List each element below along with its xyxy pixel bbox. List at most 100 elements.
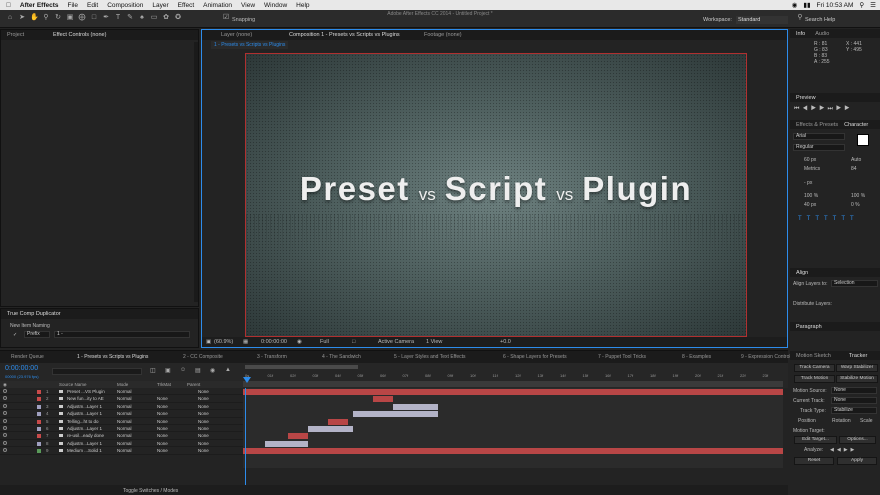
label-color-swatch[interactable] bbox=[37, 390, 41, 394]
menu-app[interactable]: After Effects bbox=[20, 2, 59, 9]
tab-comp-4[interactable]: 4 - The Sandwich bbox=[322, 354, 361, 360]
blend-mode-select[interactable]: Normal bbox=[117, 389, 132, 394]
menu-help[interactable]: Help bbox=[296, 2, 309, 9]
visibility-icon[interactable] bbox=[3, 403, 7, 408]
motion-source-select[interactable]: None bbox=[831, 387, 877, 394]
menu-layer[interactable]: Layer bbox=[152, 2, 168, 9]
visibility-icon[interactable] bbox=[3, 440, 7, 445]
menu-effect[interactable]: Effect bbox=[178, 2, 195, 9]
table-row[interactable]: 7 re-usil...eady done Normal None None bbox=[0, 432, 243, 440]
label-color-swatch[interactable] bbox=[37, 412, 41, 417]
wifi-icon[interactable]: ◉ bbox=[792, 1, 798, 9]
parent-select[interactable]: None bbox=[198, 433, 209, 438]
magnification-dropdown[interactable]: (60.9%) bbox=[214, 339, 233, 345]
trkmat-select[interactable]: None bbox=[157, 426, 168, 431]
label-color-swatch[interactable] bbox=[37, 441, 41, 446]
visibility-icon[interactable] bbox=[3, 389, 7, 393]
track-motion-button[interactable]: Track Motion bbox=[794, 375, 835, 383]
col-mode[interactable]: Mode bbox=[117, 382, 128, 387]
blend-mode-select[interactable]: Normal bbox=[117, 419, 132, 424]
trkmat-select[interactable]: None bbox=[157, 433, 168, 438]
apple-icon[interactable]:  bbox=[6, 2, 11, 9]
table-row[interactable]: 1 Preset ...VS Plugin Normal None bbox=[0, 388, 243, 396]
exposure-value[interactable]: +0.0 bbox=[500, 339, 511, 345]
layer-duration-bar[interactable] bbox=[243, 389, 783, 395]
stabilize-motion-button[interactable]: Stabilize Motion bbox=[836, 375, 878, 383]
visibility-icon[interactable] bbox=[3, 418, 7, 423]
parent-select[interactable]: None bbox=[198, 419, 209, 424]
eraser-tool-icon[interactable]: ▭ bbox=[150, 14, 158, 22]
options-button[interactable]: Options... bbox=[839, 436, 876, 444]
tab-info[interactable]: Info bbox=[796, 31, 805, 37]
layer-duration-bar[interactable] bbox=[393, 403, 438, 410]
tab-motion-sketch[interactable]: Motion Sketch bbox=[796, 353, 831, 359]
tab-character[interactable]: Character bbox=[844, 122, 868, 128]
puppet-tool-icon[interactable]: ✪ bbox=[174, 14, 182, 22]
table-row[interactable]: 6 Adjustm...Layer 1 Normal None None bbox=[0, 425, 243, 433]
rotate-tool-icon[interactable]: ↻ bbox=[54, 14, 62, 22]
comp-mini-flowchart-icon[interactable]: ◫ bbox=[150, 367, 156, 374]
tab-effects-presets[interactable]: Effects & Presets bbox=[796, 122, 838, 128]
layer-name[interactable]: Telling...ht to do bbox=[67, 419, 99, 424]
selection-tool-icon[interactable]: ➤ bbox=[18, 14, 26, 22]
toggle-switches-modes-button[interactable]: Toggle Switches / Modes bbox=[123, 488, 178, 494]
parent-select[interactable]: None bbox=[198, 448, 209, 453]
pen-tool-icon[interactable]: ✒ bbox=[102, 14, 110, 22]
col-source-name[interactable]: Source Name bbox=[59, 382, 87, 387]
menu-window[interactable]: Window bbox=[264, 2, 287, 9]
script-panel-title[interactable]: True Comp Duplicator bbox=[7, 311, 61, 317]
layer-name[interactable]: Adjustm...Layer 1 bbox=[67, 426, 102, 431]
search-help-input[interactable]: Search Help bbox=[805, 17, 835, 23]
font-style-select[interactable]: Regular bbox=[793, 144, 845, 151]
visibility-icon[interactable] bbox=[3, 448, 7, 453]
trkmat-select[interactable]: None bbox=[157, 404, 168, 409]
grid-icon[interactable]: ▦ bbox=[243, 339, 248, 345]
layer-search-input[interactable] bbox=[52, 368, 142, 375]
layer-duration-bar[interactable] bbox=[373, 396, 393, 403]
time-ruler[interactable]: 0s 01f 02f 03f 04f 05f 06f 07f 08f 09f 10f 11f 12f 13… bbox=[243, 363, 788, 388]
tab-composition[interactable]: Composition 1 - Presets vs Scripts vs Pl… bbox=[289, 32, 400, 38]
blend-mode-select[interactable]: Normal bbox=[117, 404, 132, 409]
menubar-clock[interactable]: Fri 10:53 AM bbox=[817, 2, 854, 9]
layer-name[interactable]: Adjustm...Layer 1 bbox=[67, 411, 102, 416]
horizontal-scale-value[interactable]: 100 % bbox=[851, 193, 865, 199]
menu-view[interactable]: View bbox=[241, 2, 255, 9]
rotation-checkbox[interactable]: Rotation bbox=[832, 418, 851, 424]
search-icon[interactable]: ⚲ bbox=[796, 14, 804, 22]
blend-mode-select[interactable]: Normal bbox=[117, 448, 132, 453]
apply-button[interactable]: Apply bbox=[837, 457, 877, 465]
parent-select[interactable]: None bbox=[198, 426, 209, 431]
trkmat-select[interactable]: None bbox=[157, 419, 168, 424]
blend-mode-select[interactable]: Normal bbox=[117, 396, 132, 401]
visibility-icon[interactable] bbox=[3, 425, 7, 430]
tab-effect-controls[interactable]: Effect Controls (none) bbox=[53, 32, 106, 38]
region-of-interest-icon[interactable]: □ bbox=[352, 339, 355, 345]
prefix-text-input[interactable]: 1 - bbox=[54, 331, 190, 338]
position-checkbox[interactable]: Position bbox=[798, 418, 816, 424]
tracking-value[interactable]: 84 bbox=[851, 166, 857, 172]
label-color-swatch[interactable] bbox=[37, 397, 41, 402]
trkmat-select[interactable]: None bbox=[157, 396, 168, 401]
label-color-swatch[interactable] bbox=[37, 449, 41, 454]
frame-blending-icon[interactable]: ▤ bbox=[195, 367, 201, 374]
tsume-value[interactable]: 0 % bbox=[851, 202, 860, 208]
battery-icon[interactable]: ▮▮ bbox=[803, 1, 810, 9]
brush-tool-icon[interactable]: ✎ bbox=[126, 14, 134, 22]
always-preview-icon[interactable]: ▣ bbox=[206, 339, 211, 345]
tab-render-queue[interactable]: Render Queue bbox=[11, 354, 44, 360]
fill-color-swatch[interactable] bbox=[857, 134, 869, 146]
parent-select[interactable]: None bbox=[198, 389, 209, 394]
col-trkmat[interactable]: TrkMat bbox=[157, 382, 171, 387]
visibility-icon[interactable] bbox=[3, 433, 7, 438]
font-family-select[interactable]: Arial bbox=[793, 133, 845, 140]
pan-behind-tool-icon[interactable]: ⨁ bbox=[78, 14, 86, 22]
table-row[interactable]: 4 Adjustm...Layer 1 Normal None None bbox=[0, 410, 243, 418]
clone-stamp-tool-icon[interactable]: ♠ bbox=[138, 14, 146, 22]
resolution-dropdown[interactable]: Full bbox=[320, 339, 329, 345]
trkmat-select[interactable]: None bbox=[157, 448, 168, 453]
graph-editor-icon[interactable]: ▲ bbox=[225, 367, 231, 373]
workspace-select[interactable]: Standard bbox=[736, 16, 788, 24]
tab-comp-9[interactable]: 9 - Expression Controls bbox=[741, 354, 793, 360]
label-color-swatch[interactable] bbox=[37, 419, 41, 424]
snapshot-icon[interactable]: ◉ bbox=[297, 339, 302, 345]
